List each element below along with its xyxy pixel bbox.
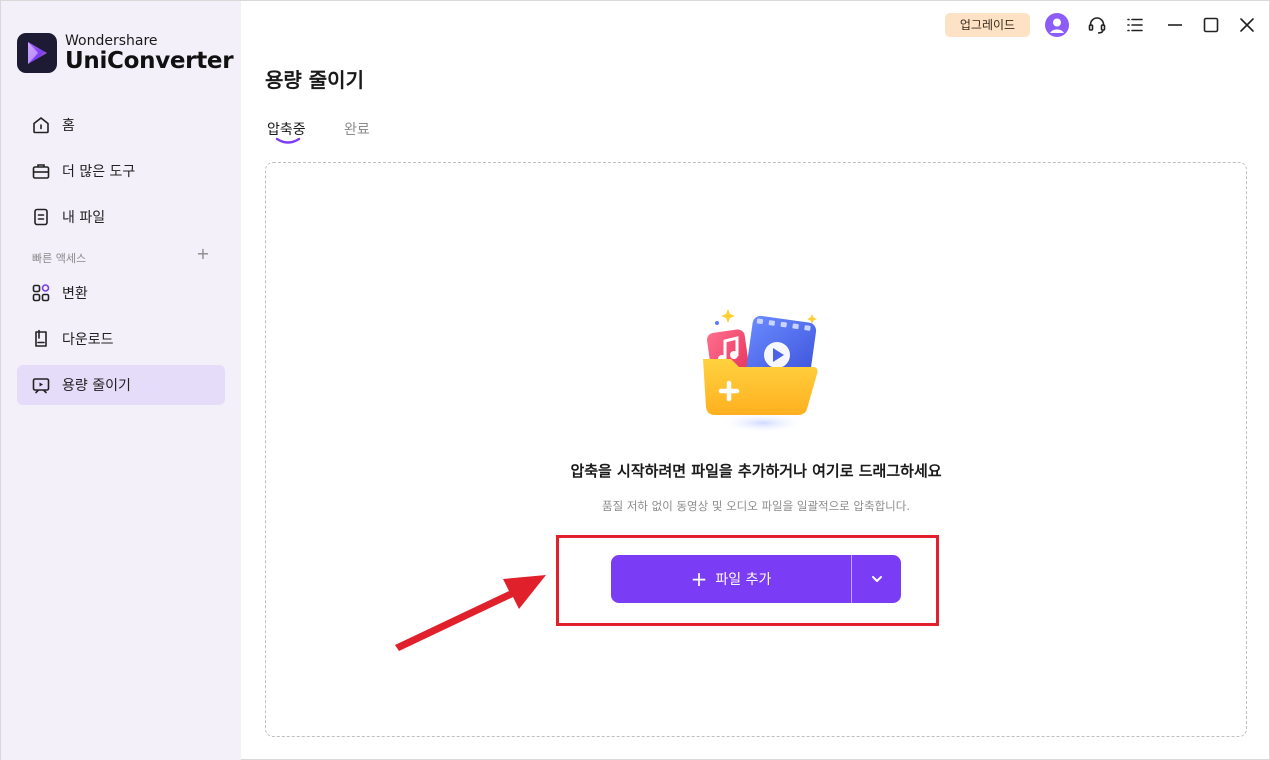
uniconverter-logo-icon [17,33,57,73]
sidebar-item-home[interactable]: 홈 [17,105,225,145]
home-icon [30,114,52,136]
add-files-dropdown-button[interactable] [852,555,901,603]
upgrade-button[interactable]: 업그레이드 [945,13,1030,37]
add-quick-access-icon[interactable]: + [195,246,211,262]
minimize-icon[interactable] [1163,13,1187,37]
add-files-button-group: + 파일 추가 [611,555,901,603]
brand-product-name: UniConverter [65,47,234,74]
quick-access-heading: 빠른 액세스 [32,252,87,265]
active-tab-indicator [275,137,301,144]
sidebar-item-label: 다운로드 [62,332,114,348]
avatar-icon[interactable] [1045,13,1069,37]
sidebar-item-label: 내 파일 [62,210,106,226]
add-files-button[interactable]: + 파일 추가 [611,555,852,603]
compress-icon [30,374,52,396]
page-title: 용량 줄이기 [265,68,364,92]
support-headset-icon[interactable] [1085,13,1109,37]
app-window: Wondershare UniConverter 홈 더 많은 도구 내 파일 … [0,0,1270,760]
brand: Wondershare UniConverter [17,32,234,74]
sidebar-item-more-tools[interactable]: 더 많은 도구 [17,151,225,191]
sidebar-item-label: 더 많은 도구 [62,164,136,180]
file-icon [30,206,52,228]
tab-completed[interactable]: 완료 [344,119,370,139]
sidebar-item-label: 변환 [62,286,88,302]
menu-list-icon[interactable] [1123,13,1147,37]
maximize-icon[interactable] [1199,13,1223,37]
close-icon[interactable] [1235,13,1259,37]
brand-vendor: Wondershare [65,32,158,49]
drop-zone-subtitle: 품질 저하 없이 동영상 및 오디오 파일을 일괄적으로 압축합니다. [602,499,910,513]
add-media-folder-illustration-icon [703,309,818,433]
add-files-label: 파일 추가 [715,572,772,588]
sidebar-item-download[interactable]: 다운로드 [17,319,225,359]
toolbox-icon [30,160,52,182]
chevron-down-icon [871,576,882,582]
download-icon [30,328,52,350]
sidebar: Wondershare UniConverter 홈 더 많은 도구 내 파일 … [1,1,241,760]
sidebar-item-compress[interactable]: 용량 줄이기 [17,365,225,405]
plus-icon: + [690,567,708,591]
sidebar-item-label: 용량 줄이기 [62,378,131,394]
convert-icon [30,282,52,304]
file-drop-zone[interactable] [265,162,1247,737]
sidebar-item-my-files[interactable]: 내 파일 [17,197,225,237]
tab-compressing[interactable]: 압축중 [267,119,306,139]
sidebar-item-convert[interactable]: 변환 [17,273,225,313]
sidebar-item-label: 홈 [62,118,75,134]
drop-zone-title: 압축을 시작하려면 파일을 추가하거나 여기로 드래그하세요 [570,462,942,480]
